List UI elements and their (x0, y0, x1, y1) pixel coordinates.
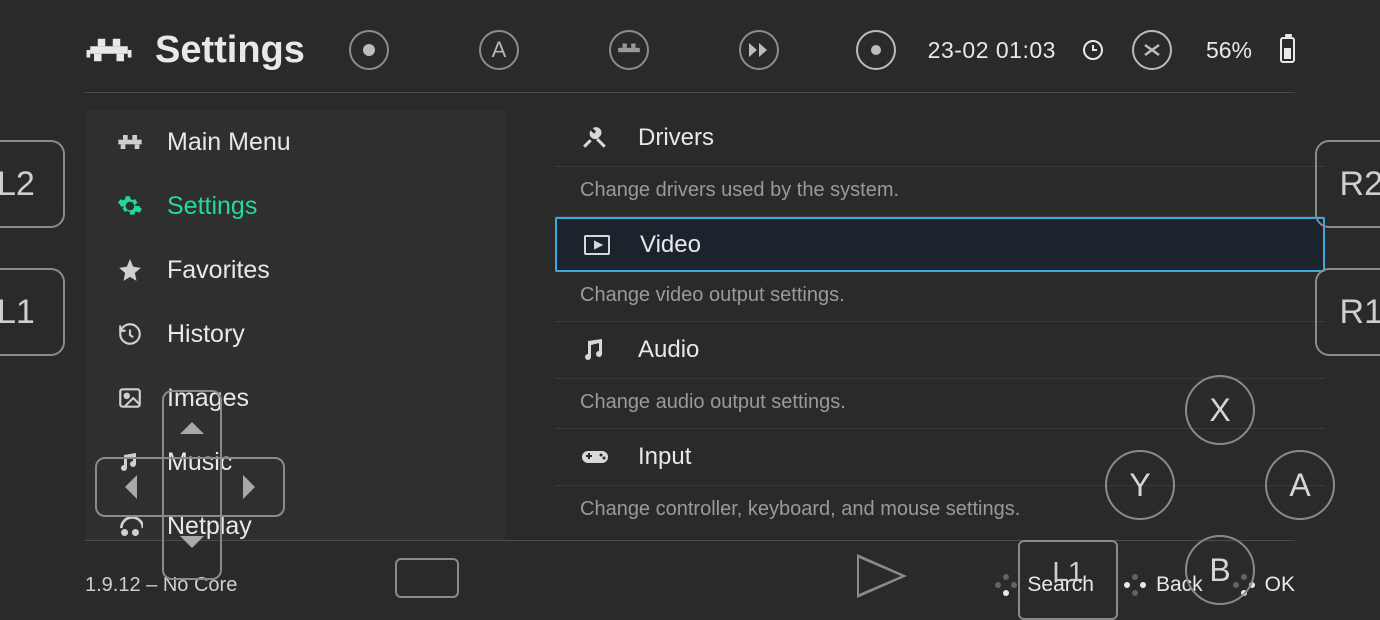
sidebar-item-label: History (167, 320, 245, 349)
sidebar-item-main-menu[interactable]: Main Menu (85, 110, 505, 174)
status-circle-2-icon (1132, 30, 1172, 70)
star-icon (115, 255, 145, 285)
l1-hint-button[interactable]: L1 (1018, 540, 1118, 620)
dpad-up-icon[interactable] (180, 410, 204, 434)
battery-text: 56% (1206, 37, 1252, 64)
tools-icon (580, 123, 610, 153)
video-icon (582, 230, 612, 260)
status-circle-1-icon (856, 30, 896, 70)
settings-row-audio[interactable]: Audio (555, 322, 1325, 379)
dpad-right-icon[interactable] (243, 475, 267, 499)
dpad[interactable] (95, 390, 285, 580)
top-divider (85, 92, 1295, 93)
record-icon[interactable] (349, 30, 389, 70)
a-button[interactable]: A (1265, 450, 1335, 520)
dpad-down-icon[interactable] (180, 536, 204, 560)
gear-icon (115, 191, 145, 221)
app-logo-icon (85, 35, 133, 65)
history-icon (115, 319, 145, 349)
l1-button[interactable]: L1 (0, 268, 65, 356)
page-title: Settings (155, 29, 305, 72)
sidebar-item-history[interactable]: History (85, 302, 505, 366)
row-label: Audio (638, 336, 699, 364)
b-button[interactable]: B (1185, 535, 1255, 605)
settings-row-drivers[interactable]: Drivers (555, 110, 1325, 167)
x-button[interactable]: X (1185, 375, 1255, 445)
start-button[interactable] (857, 554, 907, 598)
clock-text: 23-02 01:03 (928, 37, 1056, 64)
gamepad-icon (580, 442, 610, 472)
battery-icon (1280, 37, 1295, 63)
r1-button[interactable]: R1 (1315, 268, 1380, 356)
r2-button[interactable]: R2 (1315, 140, 1380, 228)
settings-row-video[interactable]: Video (555, 217, 1325, 272)
y-button[interactable]: Y (1105, 450, 1175, 520)
audio-icon (580, 335, 610, 365)
row-label: Video (640, 231, 701, 259)
sidebar-item-label: Main Menu (167, 128, 291, 157)
a-button-icon[interactable]: A (479, 30, 519, 70)
dpad-left-icon[interactable] (113, 475, 137, 499)
sidebar-item-label: Settings (167, 192, 257, 221)
row-desc-video: Change video output settings. (555, 272, 1325, 322)
row-desc-drivers: Change drivers used by the system. (555, 167, 1325, 217)
sidebar-item-label: Favorites (167, 256, 270, 285)
sidebar-item-settings[interactable]: Settings (85, 174, 505, 238)
row-label: Input (638, 443, 691, 471)
face-buttons: X Y A B (1105, 375, 1335, 605)
sidebar-item-favorites[interactable]: Favorites (85, 238, 505, 302)
select-button[interactable] (395, 558, 459, 598)
invader-icon (115, 127, 145, 157)
top-bar: Settings A 23-02 01:03 56% (85, 20, 1295, 80)
row-label: Drivers (638, 124, 714, 152)
dpad-glyph-icon (995, 574, 1017, 596)
l2-button[interactable]: L2 (0, 140, 65, 228)
clock-icon (1082, 39, 1104, 61)
retroarch-icon[interactable] (609, 30, 649, 70)
fast-forward-icon[interactable] (739, 30, 779, 70)
